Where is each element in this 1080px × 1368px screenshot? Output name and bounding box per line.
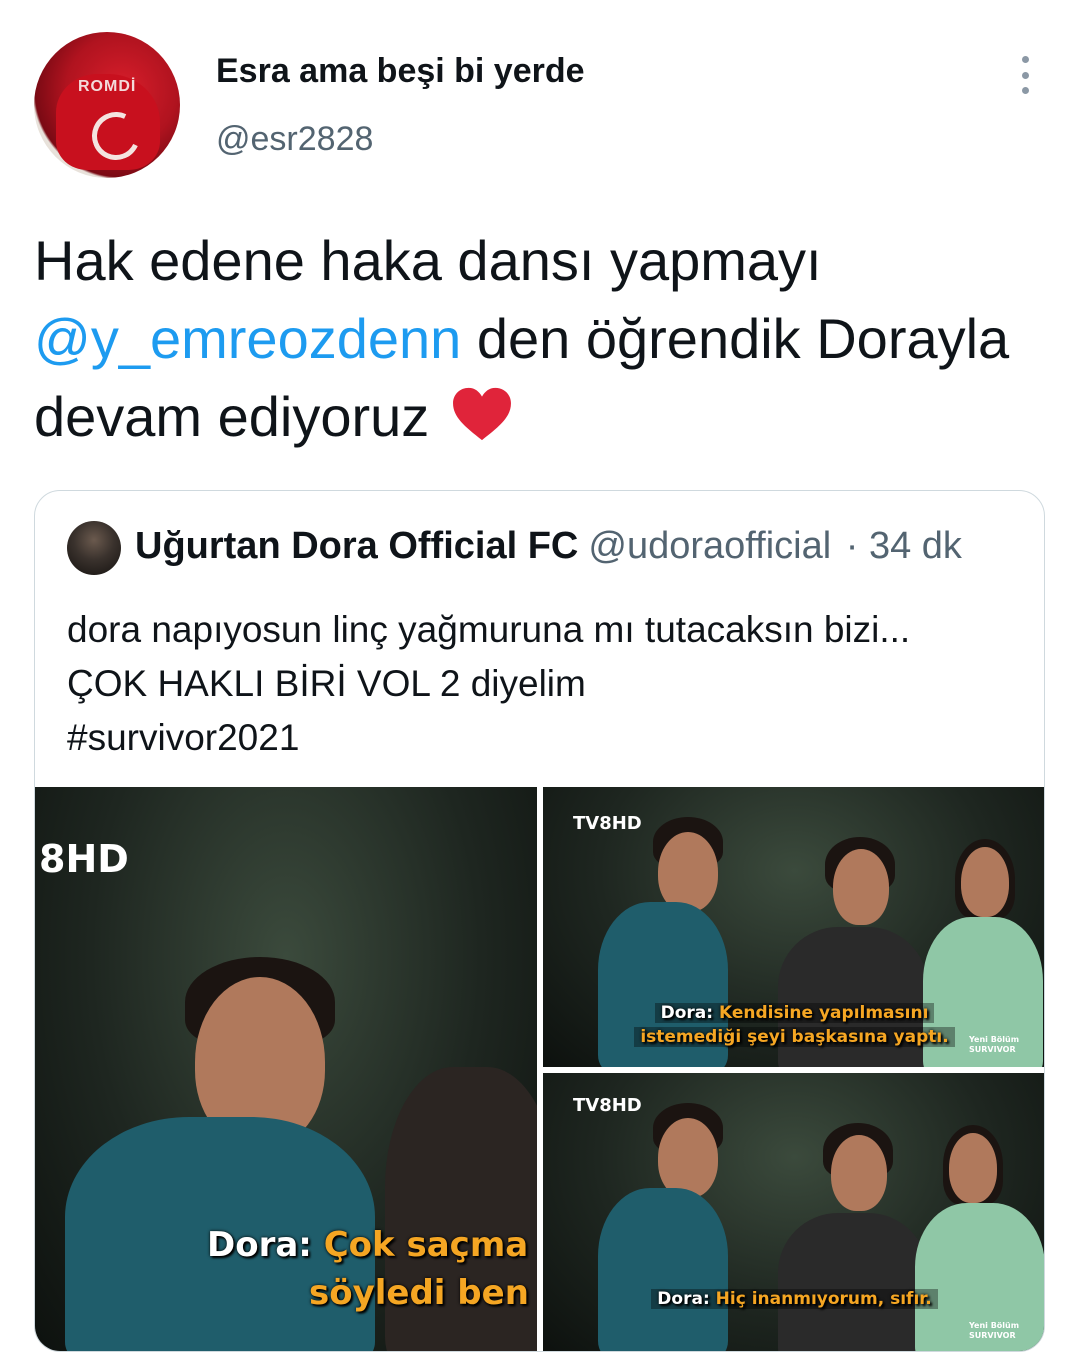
- subtitle-text: Hiç inanmıyorum, sıfır.: [715, 1289, 932, 1309]
- subtitle-line-2: söyledi ben: [309, 1273, 537, 1313]
- red-heart-icon: [452, 387, 511, 441]
- quoted-author-avatar[interactable]: [67, 521, 121, 575]
- subtitle-speaker: Dora:: [657, 1289, 710, 1309]
- author-avatar[interactable]: ROMDİ: [34, 32, 180, 178]
- more-options-icon[interactable]: [1008, 52, 1042, 98]
- quoted-text-line: dora napıyosun linç yağmuruna mı tutacak…: [67, 609, 911, 650]
- media-image-1[interactable]: 8HD Dora: Çok saçma söyledi ben: [35, 787, 537, 1351]
- author-handle[interactable]: @esr2828: [216, 120, 373, 159]
- quoted-tweet-header: Uğurtan Dora Official FC @udoraofficial ·…: [135, 525, 962, 568]
- channel-logo: 8HD: [39, 837, 129, 881]
- hashtag-link[interactable]: #survivor2021: [67, 711, 1027, 765]
- corner-label: Yeni Bölüm SURVIVOR: [969, 1321, 1020, 1340]
- quoted-author-name[interactable]: Uğurtan Dora Official FC: [135, 525, 578, 567]
- media-image-2[interactable]: TV8HD Dora: Kendisine yapılmasını isteme…: [543, 787, 1044, 1067]
- quoted-tweet-text: dora napıyosun linç yağmuruna mı tutacak…: [67, 603, 1027, 765]
- quoted-author-handle[interactable]: @udoraofficial: [588, 525, 831, 567]
- channel-logo: TV8HD: [573, 813, 642, 834]
- media-image-3[interactable]: TV8HD Dora: Hiç inanmıyorum, sıfır. Yeni…: [543, 1073, 1044, 1351]
- subtitle-speaker: Dora:: [660, 1003, 714, 1023]
- media-grid: 8HD Dora: Çok saçma söyledi ben TV8HD Do…: [35, 787, 1044, 1351]
- mention-link[interactable]: @y_emreozdenn: [34, 307, 461, 370]
- quoted-tweet-card[interactable]: Uğurtan Dora Official FC @udoraofficial ·…: [34, 490, 1045, 1352]
- subtitle-text: istemediği şeyi başkasına yaptı.: [640, 1027, 949, 1047]
- corner-label: Yeni Bölüm SURVIVOR: [969, 1035, 1020, 1054]
- tweet-text: Hak edene haka dansı yapmayı @y_emreozde…: [34, 222, 1044, 456]
- tweet-text-part1: Hak edene haka dansı yapmayı: [34, 229, 822, 292]
- channel-logo: TV8HD: [573, 1095, 642, 1116]
- subtitle-text: söyledi ben: [309, 1273, 529, 1313]
- subtitle-text: Kendisine yapılmasını: [718, 1003, 929, 1023]
- quoted-tweet-time: · 34 dk: [845, 525, 962, 567]
- subtitle-text: Çok saçma: [323, 1225, 529, 1265]
- quoted-text-line: ÇOK HAKLI BİRİ VOL 2 diyelim: [67, 663, 586, 704]
- subtitle-speaker: Dora:: [207, 1225, 312, 1265]
- author-display-name[interactable]: Esra ama beşi bi yerde: [216, 52, 585, 91]
- subtitle-line-1: Dora: Hiç inanmıyorum, sıfır.: [543, 1289, 1044, 1309]
- subtitle-line-1: Dora: Kendisine yapılmasını: [543, 1003, 1044, 1023]
- subtitle-line-1: Dora: Çok saçma: [207, 1225, 537, 1265]
- avatar-text: ROMDİ: [78, 78, 137, 95]
